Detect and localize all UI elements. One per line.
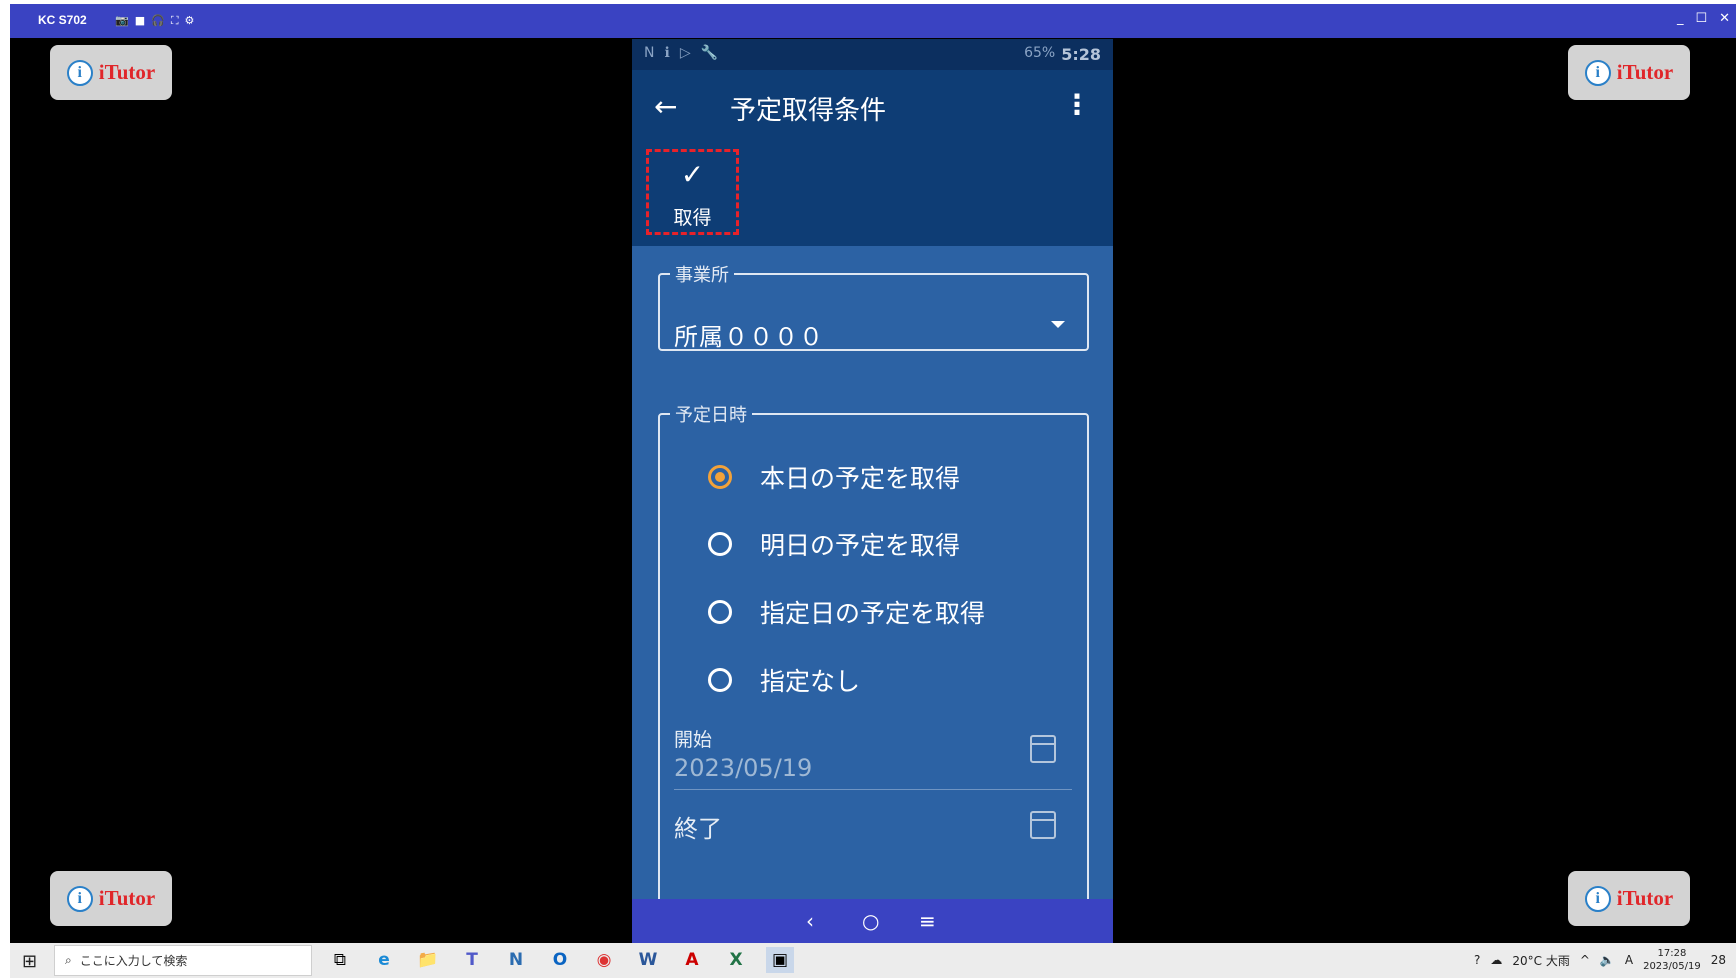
search-icon: ⌕ (65, 953, 72, 967)
nfc-icon: N (644, 45, 655, 61)
fullscreen-icon[interactable]: ⛶ (171, 14, 179, 28)
calendar-icon[interactable] (1030, 735, 1056, 763)
settings-icon[interactable]: ⚙ (185, 14, 195, 28)
windows-taskbar: ⊞ ⌕ ここに入力して検索 ⧉ e 📁 T N O ◉ W A X ▣ ? ☁ … (10, 943, 1736, 978)
task-view-icon[interactable]: ⧉ (326, 947, 354, 973)
volume-icon[interactable]: 🔈 (1600, 953, 1615, 967)
excel-icon[interactable]: X (722, 947, 750, 973)
itutor-logo-icon: i (1584, 59, 1611, 86)
office-value: 所属００００ (674, 323, 824, 351)
mirror-app-title-bar: KC S702 📷 ■ 🎧 ⛶ ⚙ _ ☐ ✕ (10, 4, 1736, 38)
window-title: KC S702 (38, 13, 87, 27)
headset-icon[interactable]: 🎧 (151, 14, 165, 28)
field-divider (674, 789, 1072, 790)
windows-start-icon[interactable]: ⊞ (22, 951, 37, 972)
ime-indicator[interactable]: A (1625, 953, 1633, 967)
nav-home-icon[interactable]: ○ (862, 909, 879, 933)
phone-clock: 5:28 (1061, 45, 1101, 64)
help-icon[interactable]: ? (1474, 953, 1480, 967)
radio-label: 指定日の予定を取得 (760, 599, 986, 628)
search-placeholder: ここに入力して検索 (79, 954, 188, 968)
office-select[interactable]: 事業所 所属００００ (658, 261, 1089, 351)
phone-status-bar: N ℹ ▷ 🔧 65% 5:28 (632, 39, 1113, 70)
acquire-label: 取得 (673, 207, 712, 229)
radio-option-specified-date[interactable]: 指定日の予定を取得 (708, 592, 985, 632)
maximize-button[interactable]: ☐ (1695, 11, 1707, 26)
weather-text[interactable]: 20°C 大雨 (1512, 952, 1569, 969)
mirror-app-icon[interactable]: ▣ (766, 947, 794, 973)
itutor-logo-icon: i (1584, 885, 1611, 912)
overflow-menu-icon[interactable]: ⋮ (1063, 88, 1091, 121)
end-date-field[interactable]: 終了 (674, 809, 1074, 844)
itutor-watermark: i iTutor (1568, 45, 1690, 100)
radio-label: 本日の予定を取得 (760, 464, 961, 493)
file-explorer-icon[interactable]: 📁 (414, 947, 442, 973)
nav-back-icon[interactable]: ‹ (806, 909, 814, 933)
dropdown-caret-icon[interactable] (1051, 321, 1065, 328)
teams-icon[interactable]: T (458, 947, 486, 973)
check-icon: ✓ (680, 158, 705, 191)
phone-screen: N ℹ ▷ 🔧 65% 5:28 ← 予定取得条件 ⋮ ✓ 取得 事業所 所属０… (632, 39, 1113, 944)
clock-time: 17:28 (1657, 948, 1687, 959)
taskbar-search-input[interactable]: ⌕ ここに入力して検索 (54, 945, 312, 976)
word-icon[interactable]: W (634, 947, 662, 973)
radio-unselected-icon[interactable] (708, 668, 732, 692)
play-icon: ▷ (679, 45, 691, 61)
edge-icon[interactable]: e (370, 947, 398, 973)
end-date-label: 終了 (674, 815, 722, 843)
start-date-label: 開始 (674, 729, 713, 751)
nav-menu-icon[interactable]: ≡ (919, 909, 936, 933)
notification-count[interactable]: 28 (1711, 953, 1726, 967)
office-legend: 事業所 (675, 265, 729, 286)
radio-option-none[interactable]: 指定なし (708, 660, 860, 700)
info-icon: ℹ (664, 45, 670, 61)
itutor-watermark: i iTutor (50, 871, 172, 926)
acrobat-icon[interactable]: A (678, 947, 706, 973)
radio-option-today[interactable]: 本日の予定を取得 (708, 457, 960, 497)
close-button[interactable]: ✕ (1719, 11, 1730, 26)
weather-icon[interactable]: ☁ (1490, 953, 1502, 967)
tray-chevron-icon[interactable]: ^ (1580, 953, 1590, 967)
action-bar: ✓ 取得 (632, 142, 1113, 246)
taskbar-clock[interactable]: 17:28 2023/05/19 (1643, 947, 1701, 973)
record-icon[interactable]: ■ (135, 14, 145, 28)
radio-option-tomorrow[interactable]: 明日の予定を取得 (708, 524, 960, 564)
outlook-icon[interactable]: O (546, 947, 574, 973)
app-bar: ← 予定取得条件 ⋮ (632, 70, 1113, 142)
back-arrow-icon[interactable]: ← (654, 90, 677, 123)
screen: KC S702 📷 ■ 🎧 ⛶ ⚙ _ ☐ ✕ i iTutor i iTuto… (10, 4, 1736, 978)
android-nav-bar: ‹ ○ ≡ (632, 899, 1113, 944)
watermark-text: iTutor (1616, 886, 1674, 910)
radio-label: 明日の予定を取得 (760, 531, 961, 560)
camera-icon[interactable]: 📷 (115, 14, 129, 28)
watermark-text: iTutor (98, 886, 156, 910)
calendar-icon[interactable] (1030, 811, 1056, 839)
clock-date: 2023/05/19 (1643, 961, 1701, 972)
itutor-logo-icon: i (66, 885, 93, 912)
radio-unselected-icon[interactable] (708, 532, 732, 556)
minimize-button[interactable]: _ (1677, 11, 1684, 26)
battery-percent: 65% (1024, 45, 1056, 61)
start-date-field[interactable]: 開始 2023/05/19 (674, 725, 1074, 782)
itutor-watermark: i iTutor (50, 45, 172, 100)
schedule-date-legend: 予定日時 (675, 405, 747, 426)
radio-unselected-icon[interactable] (708, 600, 732, 624)
chrome-icon[interactable]: ◉ (590, 947, 618, 973)
page-title: 予定取得条件 (730, 96, 887, 126)
watermark-text: iTutor (1616, 60, 1674, 84)
start-date-value[interactable]: 2023/05/19 (674, 754, 1074, 782)
n-app-icon[interactable]: N (502, 947, 530, 973)
schedule-date-group: 予定日時 本日の予定を取得 明日の予定を取得 指定日の予定を取得 指定なし 開始… (658, 401, 1089, 944)
acquire-button[interactable]: ✓ 取得 (646, 149, 739, 235)
itutor-watermark: i iTutor (1568, 871, 1690, 926)
watermark-text: iTutor (98, 60, 156, 84)
radio-label: 指定なし (760, 667, 861, 696)
itutor-logo-icon: i (66, 59, 93, 86)
wrench-icon: 🔧 (700, 45, 719, 61)
radio-selected-icon[interactable] (708, 465, 732, 489)
